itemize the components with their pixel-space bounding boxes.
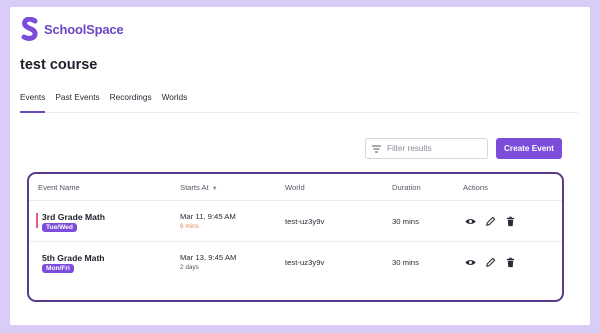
table-row: 5th Grade Math Mon/Fri Mar 13, 9:45 AM 2… <box>29 243 562 283</box>
days-badge: Mon/Fri <box>42 264 74 273</box>
filter-icon <box>372 145 381 152</box>
event-start-time: Mar 13, 9:45 AM <box>180 253 237 262</box>
filter-input[interactable] <box>387 144 485 153</box>
tab-events[interactable]: Events <box>20 91 46 113</box>
page-title: test course <box>20 57 98 73</box>
table-header: Event Name Starts At ▼ World Duration Act… <box>29 174 562 201</box>
create-event-button[interactable]: Create Event <box>496 138 562 159</box>
event-duration: 30 mins <box>392 217 419 226</box>
live-event-marker <box>36 213 38 228</box>
event-world: test-uz3y9v <box>285 258 325 267</box>
eye-icon[interactable] <box>465 257 476 268</box>
tab-bar: Events Past Events Recordings Worlds <box>20 91 578 113</box>
page: SchoolSpace test course Events Past Even… <box>10 7 590 325</box>
chevron-down-icon: ▼ <box>211 186 218 192</box>
tab-recordings[interactable]: Recordings <box>110 91 152 113</box>
row-actions <box>465 216 516 227</box>
brand[interactable]: SchoolSpace <box>20 17 124 41</box>
events-table: Event Name Starts At ▼ World Duration Act… <box>27 172 564 302</box>
tab-worlds[interactable]: Worlds <box>162 91 188 113</box>
schoolspace-logo-icon <box>21 17 38 41</box>
filter-box[interactable] <box>365 138 488 159</box>
header-starts-at[interactable]: Starts At ▼ <box>180 183 218 192</box>
event-start-time: Mar 11, 9:45 AM <box>180 212 236 221</box>
tab-past-events[interactable]: Past Events <box>55 91 99 113</box>
event-world: test-uz3y9v <box>285 217 325 226</box>
event-name: 5th Grade Math <box>42 253 105 263</box>
pencil-icon[interactable] <box>485 257 496 268</box>
brand-name: SchoolSpace <box>44 21 124 37</box>
pencil-icon[interactable] <box>485 216 496 227</box>
header-world: World <box>285 183 305 192</box>
table-row: 3rd Grade Math Tue/Wed Mar 11, 9:45 AM 6… <box>29 202 562 242</box>
trash-icon[interactable] <box>505 257 516 268</box>
eye-icon[interactable] <box>465 216 476 227</box>
event-name: 3rd Grade Math <box>42 212 106 222</box>
header-event-name: Event Name <box>38 183 80 192</box>
header-actions: Actions <box>463 183 488 192</box>
trash-icon[interactable] <box>505 216 516 227</box>
header-starts-at-label: Starts At <box>180 183 209 192</box>
row-actions <box>465 257 516 268</box>
event-duration: 30 mins <box>392 258 419 267</box>
event-relative-time: 6 mins <box>180 223 199 230</box>
header-duration: Duration <box>392 183 421 192</box>
days-badge: Tue/Wed <box>42 223 77 232</box>
event-relative-time: 2 days <box>180 264 199 271</box>
